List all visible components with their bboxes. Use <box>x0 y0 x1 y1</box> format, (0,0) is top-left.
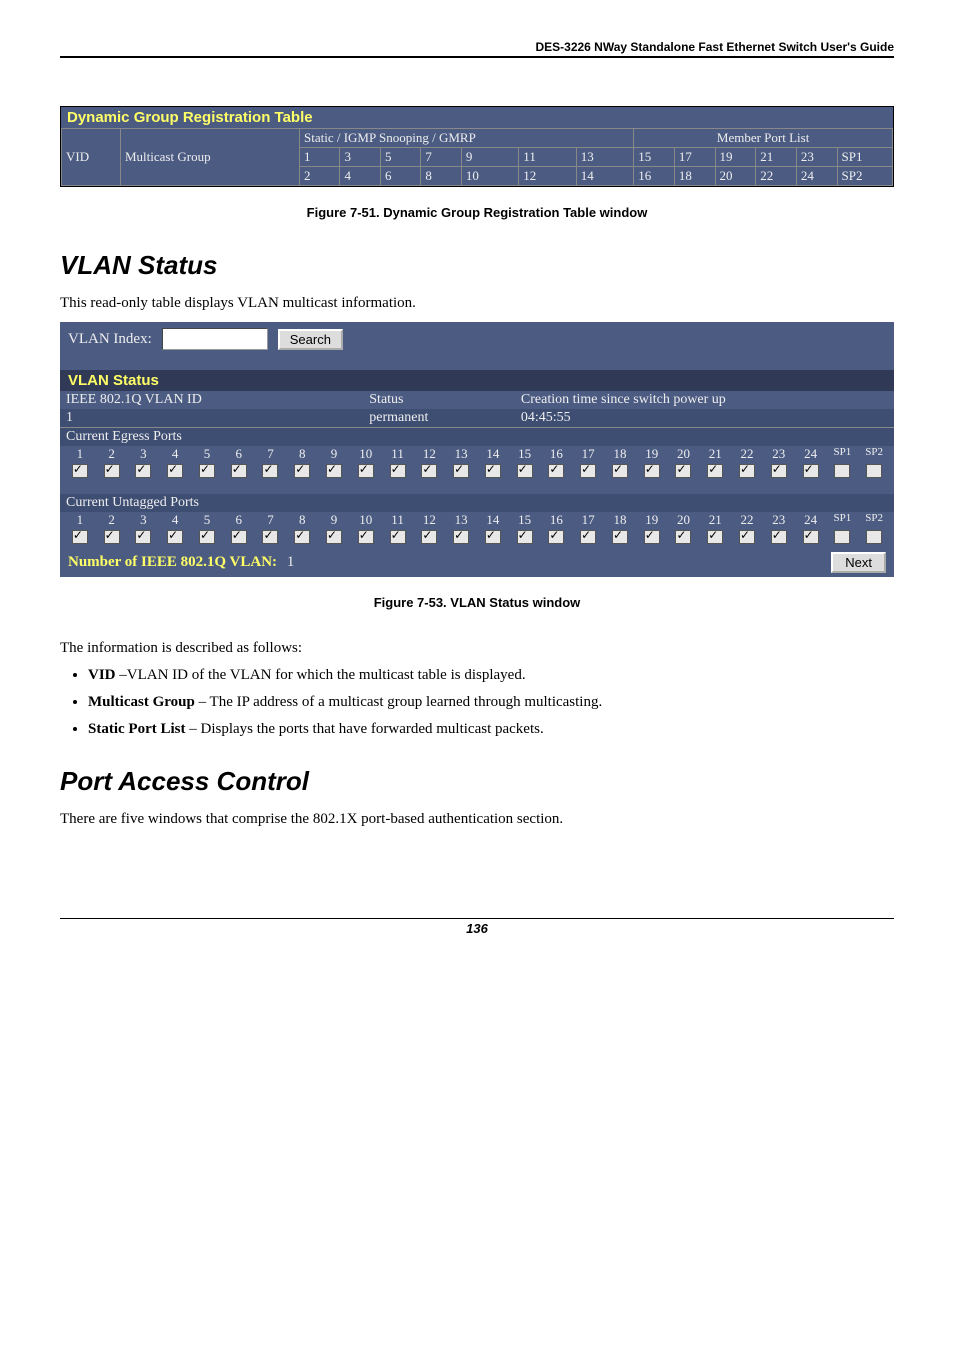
list-item: Static Port List – Displays the ports th… <box>88 721 894 738</box>
port-checkbox[interactable] <box>453 530 469 544</box>
vlan-col-b: Status <box>363 391 515 409</box>
port-checkbox[interactable] <box>262 464 278 478</box>
port-checkbox[interactable] <box>771 530 787 544</box>
vlan-status-panel-title: VLAN Status <box>60 370 894 391</box>
port-access-control-intro: There are five windows that comprise the… <box>60 811 894 828</box>
port-checkbox[interactable] <box>548 530 564 544</box>
port-checkbox[interactable] <box>644 530 660 544</box>
vlan-count-value: 1 <box>287 554 295 570</box>
dgrt-panel: Dynamic Group Registration Table VID Mul… <box>60 106 894 187</box>
port-checkbox[interactable] <box>199 530 215 544</box>
vlan-col-c: Creation time since switch power up <box>515 391 894 409</box>
port-checkbox[interactable] <box>803 530 819 544</box>
dgrt-col-mg: Multicast Group <box>121 129 300 186</box>
egress-header-row: 123456789101112131415161718192021222324S… <box>60 446 894 462</box>
port-checkbox[interactable] <box>72 464 88 478</box>
port-access-control-heading: Port Access Control <box>60 766 894 797</box>
port-checkbox[interactable] <box>834 530 850 544</box>
port-checkbox[interactable] <box>231 530 247 544</box>
dgrt-col-mpl: Member Port List <box>634 129 893 148</box>
vlan-index-input[interactable] <box>162 328 268 350</box>
untagged-title: Current Untagged Ports <box>60 494 894 512</box>
port-checkbox[interactable] <box>326 530 342 544</box>
doc-header: DES-3226 NWay Standalone Fast Ethernet S… <box>60 40 894 58</box>
port-checkbox[interactable] <box>739 530 755 544</box>
figure-caption-1: Figure 7-51. Dynamic Group Registration … <box>60 205 894 220</box>
port-checkbox[interactable] <box>390 530 406 544</box>
egress-checkbox-row <box>60 462 894 482</box>
port-checkbox[interactable] <box>167 530 183 544</box>
dgrt-col-vid: VID <box>62 129 121 186</box>
list-item: Multicast Group – The IP address of a mu… <box>88 694 894 711</box>
list-item: VID –VLAN ID of the VLAN for which the m… <box>88 667 894 684</box>
dgrt-title: Dynamic Group Registration Table <box>61 107 893 128</box>
vlan-val-c: 04:45:55 <box>515 409 894 427</box>
port-checkbox[interactable] <box>326 464 342 478</box>
port-checkbox[interactable] <box>580 464 596 478</box>
dgrt-col-sigs: Static / IGMP Snooping / GMRP <box>300 129 634 148</box>
vlan-status-heading: VLAN Status <box>60 250 894 281</box>
port-checkbox[interactable] <box>135 464 151 478</box>
port-checkbox[interactable] <box>358 464 374 478</box>
port-checkbox[interactable] <box>866 530 882 544</box>
vlan-status-intro: This read-only table displays VLAN multi… <box>60 295 894 312</box>
port-checkbox[interactable] <box>517 464 533 478</box>
info-lead: The information is described as follows: <box>60 640 894 657</box>
port-checkbox[interactable] <box>294 530 310 544</box>
port-checkbox[interactable] <box>262 530 278 544</box>
port-checkbox[interactable] <box>485 530 501 544</box>
egress-title: Current Egress Ports <box>60 428 894 446</box>
port-checkbox[interactable] <box>866 464 882 478</box>
dgrt-table: VID Multicast Group Static / IGMP Snoopi… <box>61 128 893 186</box>
search-button[interactable]: Search <box>278 329 343 350</box>
vlan-status-panel: VLAN Status IEEE 802.1Q VLAN ID Status C… <box>60 370 894 577</box>
port-checkbox[interactable] <box>358 530 374 544</box>
port-checkbox[interactable] <box>421 464 437 478</box>
vlan-index-bar: VLAN Index: Search <box>60 322 894 356</box>
vlan-val-b: permanent <box>363 409 515 427</box>
port-checkbox[interactable] <box>104 464 120 478</box>
port-checkbox[interactable] <box>390 464 406 478</box>
next-button[interactable]: Next <box>831 552 886 573</box>
port-checkbox[interactable] <box>231 464 247 478</box>
untagged-checkbox-row <box>60 528 894 548</box>
vlan-index-label: VLAN Index: <box>68 331 152 348</box>
figure-caption-2: Figure 7-53. VLAN Status window <box>60 595 894 610</box>
port-checkbox[interactable] <box>612 530 628 544</box>
port-checkbox[interactable] <box>72 530 88 544</box>
port-checkbox[interactable] <box>644 464 660 478</box>
port-checkbox[interactable] <box>135 530 151 544</box>
vlan-count-row: Number of IEEE 802.1Q VLAN: 1 Next <box>60 548 894 577</box>
port-checkbox[interactable] <box>517 530 533 544</box>
port-checkbox[interactable] <box>675 464 691 478</box>
vlan-count-label: Number of IEEE 802.1Q VLAN: <box>68 554 277 570</box>
port-checkbox[interactable] <box>294 464 310 478</box>
info-list: VID –VLAN ID of the VLAN for which the m… <box>88 667 894 738</box>
port-checkbox[interactable] <box>199 464 215 478</box>
port-checkbox[interactable] <box>739 464 755 478</box>
port-checkbox[interactable] <box>580 530 596 544</box>
port-checkbox[interactable] <box>485 464 501 478</box>
port-checkbox[interactable] <box>167 464 183 478</box>
vlan-val-a: 1 <box>60 409 363 427</box>
port-checkbox[interactable] <box>453 464 469 478</box>
port-checkbox[interactable] <box>612 464 628 478</box>
port-checkbox[interactable] <box>707 530 723 544</box>
port-checkbox[interactable] <box>803 464 819 478</box>
port-checkbox[interactable] <box>834 464 850 478</box>
port-checkbox[interactable] <box>771 464 787 478</box>
port-checkbox[interactable] <box>104 530 120 544</box>
untagged-header-row: 123456789101112131415161718192021222324S… <box>60 512 894 528</box>
port-checkbox[interactable] <box>548 464 564 478</box>
port-checkbox[interactable] <box>675 530 691 544</box>
page-number: 136 <box>60 918 894 936</box>
port-checkbox[interactable] <box>707 464 723 478</box>
vlan-col-a: IEEE 802.1Q VLAN ID <box>60 391 363 409</box>
port-checkbox[interactable] <box>421 530 437 544</box>
